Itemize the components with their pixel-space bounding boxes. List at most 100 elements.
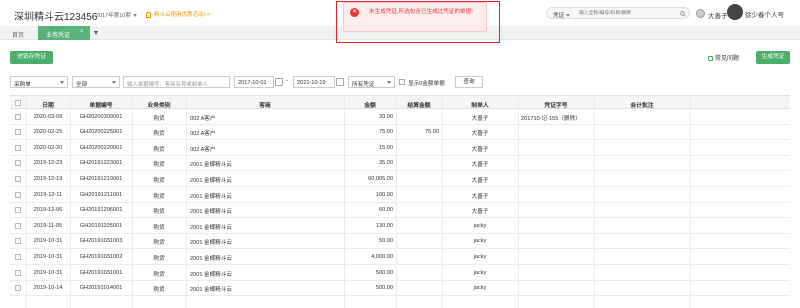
help-icon [708, 55, 713, 61]
tab-home[interactable]: 首页 [12, 30, 24, 39]
period-selector[interactable]: 2017年第10期 [96, 11, 137, 19]
table-cell: 购货 [153, 255, 165, 262]
row-checkbox[interactable] [15, 129, 21, 136]
table-row[interactable]: 2019-12-23 GH20191223001 购货 2001 金蝶精斗云 35.00… [10, 156, 790, 172]
promo-link[interactable]: 精斗云使用优惠活动>> [146, 10, 210, 18]
date-to-input[interactable]: 2021-10-19 [293, 76, 335, 88]
table-cell: 4,000.00 [371, 253, 393, 260]
table-row[interactable]: 2019-12-19 GH20191219001 购货 2001 金蝶精斗云 60,00… [10, 171, 790, 187]
date-separator: - [286, 78, 288, 84]
column-header[interactable]: 金额 [344, 100, 396, 109]
table-row[interactable]: 2019-10-31 GH20191031003 购货 2001 金蝶精斗云 50.00… [10, 234, 790, 250]
table-cell: 大善子 [471, 177, 489, 184]
row-checkbox[interactable] [15, 285, 21, 292]
table-cell: jacky [473, 238, 487, 245]
table-cell: GH20200220001 [79, 144, 123, 151]
calendar-icon[interactable] [336, 78, 344, 86]
close-icon[interactable]: × [80, 29, 84, 35]
show-zero-checkbox[interactable] [399, 78, 405, 85]
voucher-status-select[interactable]: 所有凭证 [348, 76, 395, 88]
column-header[interactable]: 结算金额 [396, 100, 442, 109]
column-header[interactable]: 业务类别 [132, 100, 186, 109]
generate-voucher-button[interactable]: 生成凭证 [756, 51, 790, 64]
table-cell: jacky [473, 269, 487, 276]
row-checkbox[interactable] [15, 175, 21, 182]
table-cell: 500.00 [375, 269, 393, 276]
select-all-checkbox[interactable] [15, 99, 21, 106]
table-cell: 购货 [153, 209, 165, 216]
table-cell: 购货 [153, 240, 165, 247]
row-checkbox[interactable] [15, 222, 21, 229]
table-cell: 201710-记-155（删除） [521, 115, 581, 122]
row-checkbox[interactable] [15, 269, 21, 276]
search-icon[interactable] [680, 11, 686, 17]
scope-select[interactable]: 全部 [72, 76, 120, 88]
table-cell: 大善子 [471, 131, 489, 138]
keyword-input[interactable]: 输入单据编号、客商名称或制单人 [123, 76, 230, 88]
account-avatar[interactable] [727, 4, 743, 20]
row-checkbox[interactable] [15, 207, 21, 214]
table-cell: GH20191031002 [79, 253, 123, 260]
table-row[interactable]: 2020-02-20 GH20200220001 购货 002 A客户 15.00 大善子 [10, 140, 790, 156]
company-name[interactable]: 深圳精斗云123456 [14, 8, 97, 23]
user-avatar[interactable] [696, 9, 705, 18]
user-name[interactable]: 大善子 [708, 10, 728, 20]
table-row[interactable]: 2019-10-31 GH20191031001 购货 2001 金蝶精斗云 500.0… [10, 265, 790, 281]
table-cell: GH20191211001 [79, 191, 123, 198]
table-cell: 002 A客户 [190, 131, 216, 138]
column-header[interactable]: 单据编号 [70, 100, 132, 109]
tab-business-voucher[interactable]: 业务凭证 × [38, 26, 90, 40]
table-row[interactable]: 2020-03-09 GH20200309001 购货 002 A客户 20.00 大善子… [10, 109, 790, 125]
column-header[interactable]: 日期 [26, 100, 70, 109]
bell-icon [146, 11, 151, 18]
table-cell: GH20200309001 [79, 113, 123, 120]
query-button[interactable]: 查询 [455, 76, 483, 88]
table-cell: GH20191031003 [79, 238, 123, 245]
row-checkbox[interactable] [15, 160, 21, 167]
search-type-select[interactable]: 凭证 [553, 11, 571, 19]
table-row[interactable]: 2019-11-05 GH20191105001 购货 2001 金蝶精斗云 130.0… [10, 218, 790, 234]
table-row[interactable]: 2019-12-11 GH20191211001 购货 2001 金蝶精斗云 100.0… [10, 187, 790, 203]
table-row[interactable]: 2020-02-25 GH20200225001 购货 002 A客户 75.00 75.… [10, 125, 790, 141]
row-checkbox[interactable] [15, 113, 21, 120]
row-checkbox[interactable] [15, 253, 21, 260]
error-icon: × [350, 8, 359, 17]
search-input[interactable] [579, 9, 679, 18]
tab-label: 业务凭证 [46, 33, 71, 39]
table-cell: 20.00 [379, 113, 393, 120]
doc-type-select[interactable]: 采购单 [10, 76, 68, 88]
table-cell: 500.00 [375, 285, 393, 292]
chevron-down-icon [566, 13, 571, 17]
table-cell: 购货 [153, 271, 165, 278]
scope-value: 全部 [76, 82, 88, 88]
table-cell: GH20191223001 [79, 160, 123, 167]
column-divider [344, 95, 345, 308]
table-row[interactable]: 2019-10-31 GH20191031002 购货 2001 金蝶精斗云 4,000… [10, 249, 790, 265]
column-header[interactable]: 凭证字号 [518, 100, 594, 109]
date-from-input[interactable]: 2017-10-01 [234, 76, 274, 88]
table-cell: 2001 金蝶精斗云 [190, 209, 232, 216]
inventory-voucher-button[interactable]: 进销存凭证 [10, 51, 53, 64]
faq-link[interactable]: 常见问题 [708, 53, 739, 62]
table-cell: 购货 [153, 115, 165, 122]
column-header[interactable]: 会计批注 [594, 100, 690, 109]
chevron-down-icon[interactable] [94, 31, 98, 35]
calendar-icon[interactable] [275, 78, 283, 86]
column-divider [594, 95, 595, 308]
table-cell: 2020-03-09 [33, 113, 63, 120]
table-row[interactable]: 2019-10-14 GH20191014001 购货 2001 金蝶精斗云 500.0… [10, 281, 790, 297]
table-cell: 2001 金蝶精斗云 [190, 287, 232, 294]
chevron-down-icon [60, 81, 64, 84]
row-checkbox[interactable] [15, 191, 21, 198]
filter-bar: 采购单 全部 输入单据编号、客商名称或制单人 2017-10-01 - 2021… [10, 76, 610, 88]
table-cell: 60.00 [379, 207, 393, 214]
row-checkbox[interactable] [15, 238, 21, 245]
column-header[interactable]: 客商 [186, 100, 344, 109]
account-name[interactable]: 徐少春个人号 [745, 9, 784, 19]
table-row[interactable]: 2019-12-06 GH20191206001 购货 2001 金蝶精斗云 60.00… [10, 203, 790, 219]
table-cell: GH20200225001 [79, 129, 123, 136]
column-header[interactable]: 制单人 [442, 100, 518, 109]
column-divider [132, 95, 133, 308]
table-cell: 002 A客户 [190, 146, 216, 153]
row-checkbox[interactable] [15, 144, 21, 151]
